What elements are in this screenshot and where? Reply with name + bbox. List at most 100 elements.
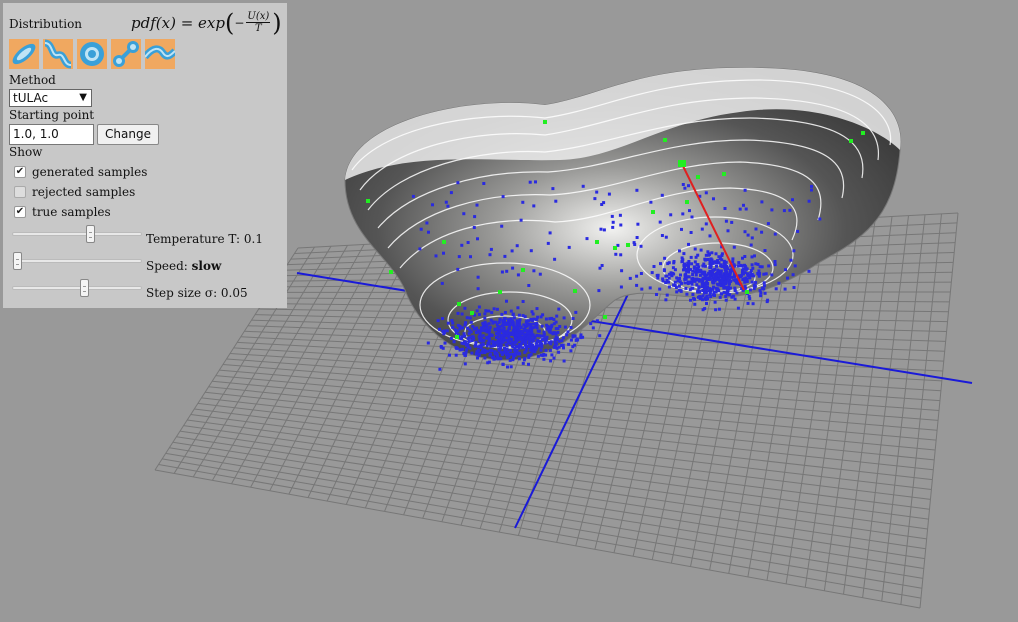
true-sample-point xyxy=(740,264,744,268)
true-sample-point xyxy=(726,267,729,271)
true-sample-point xyxy=(687,184,690,188)
rejected-samples-checkbox[interactable] xyxy=(14,186,26,198)
true-sample-point xyxy=(521,314,525,318)
speed-slider-handle[interactable] xyxy=(13,252,22,270)
true-sample-point xyxy=(532,317,536,321)
true-sample-point xyxy=(542,357,546,361)
true-sample-point xyxy=(751,302,755,306)
true-sample-point xyxy=(694,255,698,259)
true-sample-point xyxy=(543,341,547,345)
true-samples-checkbox[interactable]: ✔ xyxy=(14,206,26,218)
true-sample-point xyxy=(494,320,498,324)
true-sample-point xyxy=(443,341,447,345)
generated-samples-checkbox[interactable]: ✔ xyxy=(14,166,26,178)
true-sample-point xyxy=(448,353,451,357)
true-sample-point xyxy=(540,324,544,328)
speed-slider[interactable] xyxy=(12,252,142,270)
true-sample-point xyxy=(497,348,501,352)
true-sample-point xyxy=(671,266,675,270)
true-sample-point xyxy=(664,281,668,285)
true-sample-point xyxy=(440,281,444,285)
true-sample-point xyxy=(593,197,597,201)
true-sample-point xyxy=(763,284,766,288)
true-sample-point xyxy=(703,264,707,268)
ellipse-distribution-icon[interactable] xyxy=(9,39,39,69)
true-sample-point xyxy=(546,325,550,328)
true-sample-point xyxy=(719,269,723,273)
true-sample-point xyxy=(507,353,511,357)
true-sample-point xyxy=(495,353,499,357)
true-sample-point xyxy=(585,237,589,241)
true-sample-point xyxy=(715,271,719,275)
method-select[interactable]: tULAc ▼ xyxy=(9,89,92,107)
true-sample-point xyxy=(766,222,770,226)
true-sample-point xyxy=(483,312,487,316)
true-sample-point xyxy=(566,330,570,334)
true-sample-point xyxy=(680,227,683,231)
true-sample-point xyxy=(733,297,737,301)
generated-sample-point xyxy=(685,200,689,204)
true-sample-point xyxy=(531,312,535,316)
true-sample-point xyxy=(750,272,754,276)
true-sample-point xyxy=(730,220,734,224)
true-sample-point xyxy=(810,184,813,188)
true-sample-point xyxy=(749,243,753,247)
true-sample-point xyxy=(752,287,756,291)
true-sample-point xyxy=(464,351,468,355)
true-sample-point xyxy=(451,321,455,325)
true-sample-point xyxy=(418,247,422,251)
true-sample-point xyxy=(704,191,708,195)
wave-distribution-icon[interactable] xyxy=(145,39,175,69)
true-sample-point xyxy=(524,325,528,329)
true-sample-point xyxy=(746,301,750,305)
temperature-slider[interactable] xyxy=(12,225,142,243)
true-sample-point xyxy=(718,295,722,299)
true-sample-point xyxy=(536,354,540,358)
true-sample-point xyxy=(517,313,521,317)
true-sample-point xyxy=(743,188,747,192)
true-sample-point xyxy=(518,333,522,337)
true-sample-point xyxy=(635,283,639,287)
banana-distribution-icon[interactable] xyxy=(43,39,73,69)
true-sample-point xyxy=(728,272,732,276)
true-sample-point xyxy=(792,249,796,253)
bimodal-distribution-icon[interactable] xyxy=(111,39,141,69)
generated-sample-point xyxy=(389,270,393,274)
temperature-slider-handle[interactable] xyxy=(85,225,95,243)
show-label: Show xyxy=(9,145,43,159)
true-sample-point xyxy=(481,334,485,338)
step-size-slider[interactable] xyxy=(12,279,142,297)
true-sample-point xyxy=(598,266,602,270)
step-size-slider-handle[interactable] xyxy=(79,279,89,297)
true-sample-point xyxy=(635,236,639,239)
speed-label-value: slow xyxy=(191,259,222,273)
true-sample-point xyxy=(721,280,725,284)
true-sample-point xyxy=(498,317,502,321)
true-sample-point xyxy=(708,265,712,269)
true-sample-point xyxy=(714,308,718,312)
true-sample-point xyxy=(522,328,526,332)
true-sample-point xyxy=(783,287,787,291)
true-sample-point xyxy=(687,260,691,263)
true-sample-point xyxy=(505,334,509,338)
true-sample-point xyxy=(762,281,766,285)
true-sample-point xyxy=(468,316,472,320)
generated-sample-point xyxy=(663,138,667,142)
formula-open-paren: ( xyxy=(224,8,235,37)
true-sample-point xyxy=(750,263,754,267)
true-sample-point xyxy=(658,220,662,224)
true-sample-point xyxy=(610,214,614,218)
true-sample-point xyxy=(483,356,487,360)
true-sample-point xyxy=(544,317,548,321)
change-button[interactable]: Change xyxy=(97,124,159,145)
generated-sample-point xyxy=(861,131,865,135)
true-sample-point xyxy=(723,286,727,289)
true-sample-point xyxy=(687,265,690,269)
true-sample-point xyxy=(687,263,691,266)
starting-point-input[interactable]: 1.0, 1.0 xyxy=(9,124,94,145)
true-sample-point xyxy=(552,317,556,321)
true-sample-point xyxy=(639,244,643,248)
donut-distribution-icon[interactable] xyxy=(77,39,107,69)
true-sample-point xyxy=(738,207,742,211)
generated-sample-point xyxy=(543,120,547,124)
